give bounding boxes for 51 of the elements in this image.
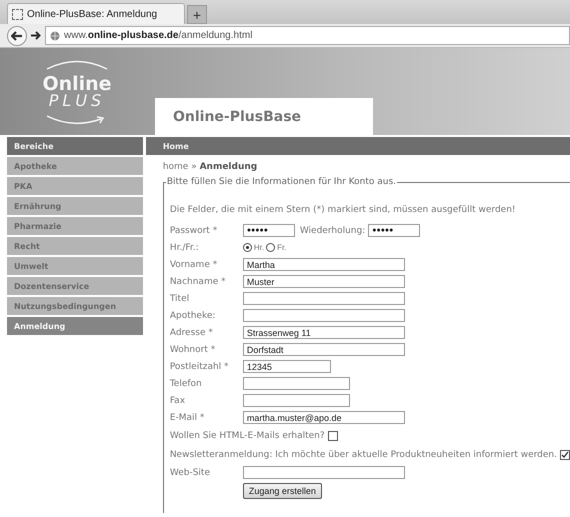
input-field[interactable]: Martha	[242, 258, 405, 271]
radio-button[interactable]	[242, 243, 252, 252]
page-icon	[12, 8, 23, 20]
field-label: Wollen Sie HTML-E-Mails erhalten?	[170, 430, 325, 440]
site-title: Online-PlusBase	[173, 108, 302, 124]
content-heading: Home	[146, 137, 570, 155]
submit-button[interactable]: Zugang erstellen	[242, 483, 322, 499]
back-button[interactable]	[7, 26, 27, 46]
input-field[interactable]: Muster	[242, 275, 405, 288]
field-label: Wohnort *	[170, 344, 216, 354]
checkbox[interactable]	[328, 430, 338, 440]
field-label: Apotheke:	[170, 310, 216, 320]
input-field[interactable]	[242, 377, 350, 390]
field-label: Titel	[170, 294, 190, 304]
form-note: Die Felder, die mit einem Stern (*) markiert sind, müssen ausgefüllt werden!	[170, 205, 517, 217]
input-field[interactable]	[242, 309, 405, 322]
sidebar-heading: Bereiche	[7, 137, 143, 155]
input-field[interactable]: Dorfstadt	[242, 343, 405, 356]
checkmark-icon	[561, 450, 569, 458]
field-label: Hr./Fr.:	[170, 242, 200, 252]
input-field[interactable]: 12345	[242, 360, 331, 373]
field-label: E-Mail *	[170, 412, 206, 422]
browser-tab[interactable]: Online-PlusBase: Anmeldung	[7, 3, 185, 24]
input-field[interactable]	[242, 394, 350, 407]
input-field[interactable]	[242, 292, 405, 305]
back-arrow-icon	[11, 30, 23, 40]
field-label: Adresse *	[170, 328, 214, 338]
radio-label: Fr.	[277, 243, 286, 252]
field-label: Wiederholung:	[300, 226, 366, 236]
field-label: Postleitzahl *	[170, 362, 230, 372]
checkbox[interactable]	[560, 450, 570, 460]
field-label: Web-Site	[170, 468, 211, 478]
field-label: Newsletteranmeldung: Ich möchte über aktuelle Produktneuheiten informiert werden.	[170, 450, 557, 460]
forward-button[interactable]	[29, 31, 43, 40]
input-field[interactable]	[242, 466, 405, 479]
field-label: Vorname *	[170, 260, 218, 270]
address-bar[interactable]: www.online-plusbase.de/anmeldung.html	[45, 26, 570, 45]
logo: Online PLUS	[7, 48, 147, 135]
input-field[interactable]: martha.muster@apo.de	[242, 411, 405, 424]
field-label: Nachname *	[170, 276, 227, 286]
breadcrumb: home » Anmeldung	[162, 161, 258, 174]
forward-arrow-icon	[31, 31, 41, 40]
radio-button[interactable]	[266, 243, 276, 252]
field-label: Passwort *	[170, 226, 218, 236]
field-label: Fax	[170, 396, 186, 406]
form-legend: Bitte füllen Sie die Informationen für Ihr Konto aus.	[166, 177, 398, 187]
globe-icon	[50, 30, 60, 40]
input-field[interactable]: Strassenweg 11	[242, 326, 405, 339]
new-tab-button[interactable]: +	[187, 5, 207, 24]
radio-label: Hr.	[254, 243, 264, 252]
field-label: Telefon	[170, 378, 203, 388]
